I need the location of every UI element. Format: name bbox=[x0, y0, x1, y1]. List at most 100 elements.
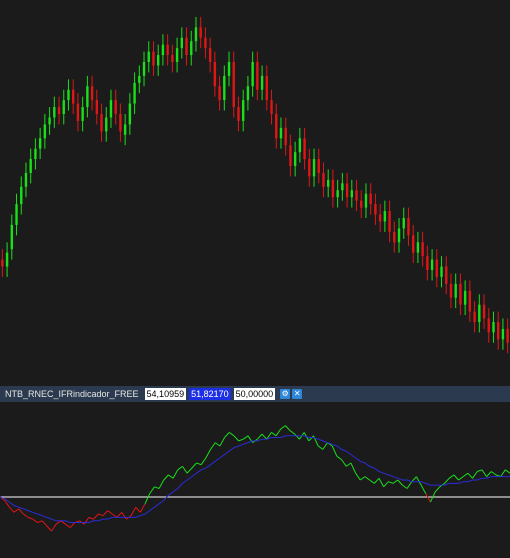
indicator-main-segment bbox=[402, 484, 408, 489]
indicator-main-segment bbox=[65, 523, 71, 529]
candle-bull bbox=[341, 183, 344, 191]
candle-bear bbox=[331, 179, 335, 198]
indicator-main-segment bbox=[322, 442, 328, 450]
indicator-main-segment bbox=[121, 512, 127, 520]
candle-bear bbox=[171, 55, 174, 62]
candle-bull bbox=[501, 328, 505, 340]
indicator-main-segment bbox=[392, 479, 399, 484]
indicator-main-segment bbox=[275, 428, 282, 437]
indicator-main-segment bbox=[196, 462, 202, 466]
indicator-main-segment bbox=[111, 513, 118, 518]
indicator-main-segment bbox=[425, 493, 431, 503]
indicator-main-segment bbox=[500, 469, 506, 477]
candle-bull bbox=[194, 27, 198, 42]
indicator-main-segment bbox=[210, 442, 216, 450]
candle-bull bbox=[10, 224, 14, 250]
candle-bull bbox=[430, 259, 434, 270]
indicator-main-segment bbox=[481, 469, 488, 477]
indicator-main-segment bbox=[163, 474, 169, 481]
indicator-main-segment bbox=[186, 467, 193, 474]
indicator-main-segment bbox=[285, 425, 291, 432]
indicator-main-segment bbox=[191, 462, 197, 469]
indicator-main-segment bbox=[420, 484, 427, 494]
candle-bear bbox=[473, 311, 476, 322]
indicator-main-segment bbox=[83, 517, 90, 525]
indicator-main-segment bbox=[271, 431, 277, 437]
candle-bull bbox=[241, 100, 245, 121]
indicator-main-segment bbox=[172, 469, 179, 479]
indicator-main-segment bbox=[177, 465, 183, 471]
indicator-main-segment bbox=[116, 511, 123, 518]
indicator-main-segment bbox=[462, 472, 469, 478]
indicator-main-segment bbox=[8, 506, 15, 513]
candle-bull bbox=[62, 100, 65, 114]
candle-bull bbox=[312, 159, 316, 177]
settings-icon[interactable]: ⚙ bbox=[280, 389, 291, 399]
candle-bear bbox=[308, 159, 311, 177]
indicator-main-segment bbox=[55, 520, 62, 525]
indicator-main-segment bbox=[444, 477, 450, 484]
candle-bull bbox=[43, 124, 47, 139]
indicator-main-segment bbox=[294, 433, 300, 440]
candle-bull bbox=[53, 107, 56, 118]
indicator-main-segment bbox=[233, 435, 239, 442]
candle-bear bbox=[284, 127, 287, 146]
candle-bear bbox=[445, 266, 448, 284]
candle-bull bbox=[336, 190, 339, 198]
indicator-main-segment bbox=[60, 520, 66, 525]
close-icon[interactable]: ✕ bbox=[292, 389, 303, 399]
candle-bull bbox=[454, 283, 457, 298]
indicator-main-segment bbox=[228, 431, 235, 437]
indicator-main-segment bbox=[37, 520, 43, 523]
candle-bull bbox=[463, 290, 467, 305]
indicator-main-segment bbox=[149, 486, 155, 494]
candle-bear bbox=[393, 231, 396, 243]
candle-bear bbox=[289, 145, 292, 166]
indicator-main-segment bbox=[144, 493, 151, 505]
price-chart-pane[interactable] bbox=[0, 0, 510, 386]
indicator-pane[interactable] bbox=[0, 402, 510, 558]
candle-bear bbox=[355, 190, 358, 201]
candle-bull bbox=[109, 100, 113, 118]
candle-bull bbox=[38, 138, 42, 149]
candle-bull bbox=[20, 186, 23, 205]
candle-bear bbox=[57, 107, 61, 114]
indicator-main-segment bbox=[139, 503, 146, 513]
indicator-main-segment bbox=[359, 476, 366, 481]
candle-bear bbox=[482, 304, 486, 319]
candle-bull bbox=[156, 55, 160, 66]
candlestick-chart bbox=[1, 16, 509, 354]
indicator-main-segment bbox=[238, 438, 244, 442]
candle-bear bbox=[435, 259, 439, 277]
indicator-name: NTB_RNEC_IFRindicador_FREE bbox=[5, 389, 139, 399]
indicator-main-segment bbox=[13, 508, 20, 513]
candle-bull bbox=[123, 124, 127, 135]
indicator-main-segment bbox=[32, 518, 38, 523]
indicator-main-segment bbox=[448, 474, 455, 479]
indicator-header: NTB_RNEC_IFRindicador_FREE 54,10959 51,8… bbox=[0, 386, 510, 402]
candle-bear bbox=[449, 283, 453, 298]
indicator-value-level: 50,00000 bbox=[233, 388, 276, 400]
indicator-main-segment bbox=[88, 516, 94, 520]
candle-bull bbox=[440, 266, 443, 277]
indicator-main-segment bbox=[200, 457, 207, 465]
candle-bear bbox=[114, 100, 117, 114]
candle-bear bbox=[303, 138, 306, 160]
candle-bull bbox=[5, 252, 9, 267]
candle-bear bbox=[468, 290, 472, 312]
candle-bull bbox=[81, 107, 84, 121]
candle-bull bbox=[128, 103, 132, 125]
candle-bear bbox=[71, 89, 75, 104]
candle-bull bbox=[29, 159, 32, 173]
candle-bull bbox=[86, 86, 89, 108]
candle-bull bbox=[350, 190, 354, 198]
candle-bull bbox=[246, 86, 250, 101]
candle-bear bbox=[275, 114, 278, 139]
indicator-main-segment bbox=[135, 506, 141, 513]
candle-bull bbox=[251, 62, 254, 87]
candle-bull bbox=[175, 48, 179, 62]
indicator-main-segment bbox=[458, 476, 464, 481]
indicator-main-segment bbox=[46, 525, 52, 532]
candle-bear bbox=[265, 75, 269, 101]
candle-bear bbox=[496, 322, 500, 340]
